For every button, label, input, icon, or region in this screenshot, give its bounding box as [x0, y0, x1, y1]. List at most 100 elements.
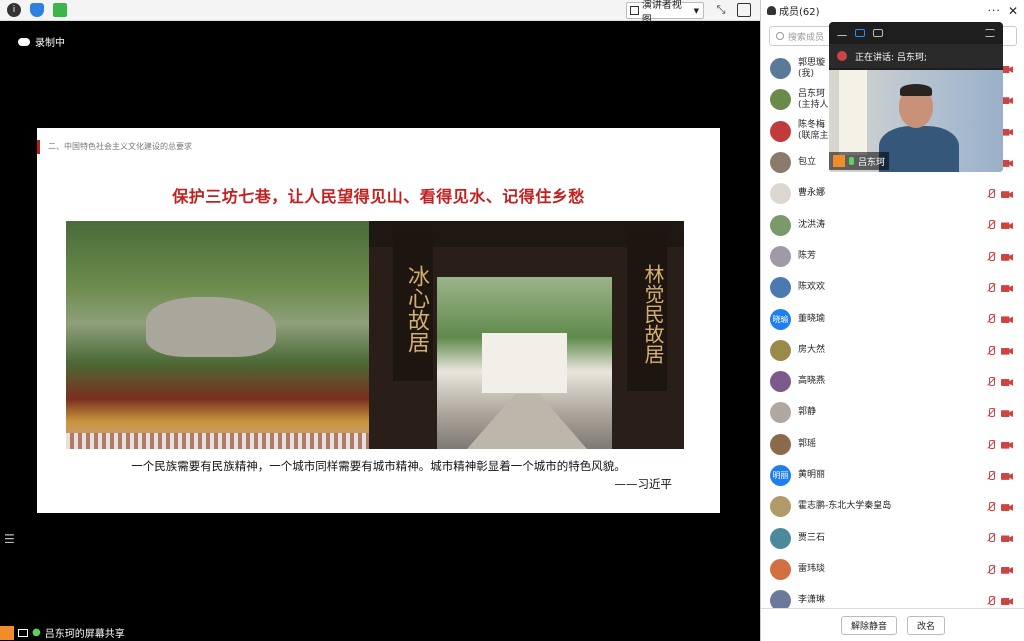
- camera-off-icon[interactable]: [1001, 253, 1013, 261]
- camera-off-icon[interactable]: [1001, 316, 1013, 324]
- view-mode-select[interactable]: 演讲者视图 ▼: [626, 0, 704, 26]
- member-row[interactable]: 陈欢欢: [761, 272, 1024, 303]
- mic-muted-icon[interactable]: [987, 283, 995, 293]
- members-panel-footer: 解除静音 改名: [761, 608, 1024, 641]
- member-avatar: [770, 339, 791, 361]
- member-avatar: [770, 58, 791, 80]
- menu-icon[interactable]: [985, 29, 995, 37]
- sidebar-toggle-icon[interactable]: [737, 3, 751, 17]
- mic-muted-icon[interactable]: [987, 251, 995, 262]
- member-row[interactable]: 贾三石: [761, 522, 1024, 553]
- mic-muted-icon[interactable]: [987, 502, 995, 512]
- member-name: 陈欢欢: [798, 282, 826, 293]
- speaker-video-window[interactable]: 正在讲话: 吕东珂; 吕东珂: [829, 22, 1003, 172]
- camera-off-icon[interactable]: [1001, 598, 1013, 606]
- member-row[interactable]: 郭瑶: [761, 429, 1024, 460]
- mic-muted-icon[interactable]: [987, 533, 995, 543]
- camera-off-icon[interactable]: [1001, 347, 1013, 355]
- member-name: 董晓瑜: [798, 313, 826, 324]
- residence-gate-photo: 冰心故居 林觉民故居: [369, 221, 684, 449]
- close-icon[interactable]: ✕: [1008, 4, 1018, 18]
- member-row[interactable]: 曹永娜: [761, 178, 1024, 209]
- mic-muted-icon[interactable]: [987, 345, 995, 356]
- presentation-slide: 二、中国特色社会主义文化建设的总要求 保护三坊七巷，让人民望得见山、看得见水、记…: [37, 128, 720, 513]
- unmute-button[interactable]: 解除静音: [840, 615, 897, 635]
- fence: [66, 433, 369, 449]
- rename-button[interactable]: 改名: [907, 615, 946, 635]
- signal-icon[interactable]: [53, 3, 67, 17]
- camera-off-icon[interactable]: [1001, 222, 1013, 230]
- gate-doorway: [437, 277, 612, 449]
- speaker-mini-avatar: [837, 51, 847, 61]
- member-avatar: 晓瑜: [770, 308, 791, 330]
- mic-muted-icon[interactable]: [987, 564, 995, 575]
- member-name: 陈芳: [798, 250, 817, 261]
- search-icon: [776, 32, 784, 40]
- speaker-view-icon[interactable]: [855, 29, 865, 37]
- camera-off-icon[interactable]: [1001, 566, 1013, 574]
- member-avatar: [770, 214, 791, 236]
- mic-muted-icon[interactable]: [987, 314, 995, 324]
- member-name-block: 郭静: [798, 407, 816, 418]
- member-avatar: 明丽: [770, 465, 791, 486]
- minimize-icon[interactable]: [837, 34, 847, 38]
- member-name: 黄明丽: [798, 470, 826, 480]
- member-avatar: [770, 152, 791, 174]
- camera-off-icon[interactable]: [1001, 535, 1013, 543]
- member-name-block: 陈芳: [798, 251, 816, 262]
- info-icon[interactable]: i: [7, 3, 21, 17]
- mic-muted-icon[interactable]: [987, 596, 995, 606]
- plaque-left: 冰心故居: [393, 231, 433, 381]
- member-name: 曹永娜: [798, 188, 826, 199]
- chevron-down-icon: ▼: [693, 6, 699, 15]
- member-row[interactable]: 房大然: [761, 335, 1024, 366]
- member-name: 郭思璇: [798, 57, 826, 68]
- member-avatar: [770, 120, 791, 142]
- member-name-block: 李潇琳: [798, 595, 825, 606]
- member-name-block: 吕东珂 (主持人): [798, 89, 832, 111]
- mic-muted-icon[interactable]: [987, 408, 995, 418]
- members-title: 成员(62): [779, 7, 820, 18]
- mic-muted-icon[interactable]: [987, 439, 995, 450]
- mic-muted-icon[interactable]: [987, 470, 995, 481]
- list-icon[interactable]: ☰: [4, 532, 15, 546]
- mic-muted-icon[interactable]: [987, 376, 995, 387]
- speaker-hair: [900, 84, 932, 96]
- garden-stone-photo: [66, 221, 369, 449]
- member-row[interactable]: 李潇琳: [761, 585, 1024, 608]
- slide-quote-author: ——习近平: [614, 477, 673, 491]
- member-avatar: [770, 496, 791, 518]
- mic-muted-icon[interactable]: [987, 189, 995, 199]
- camera-off-icon[interactable]: [1001, 472, 1013, 480]
- shield-icon[interactable]: [30, 3, 44, 17]
- exit-fullscreen-icon[interactable]: ⤡: [714, 3, 728, 17]
- member-name: 高晓燕: [798, 376, 826, 387]
- mic-muted-icon[interactable]: [987, 220, 995, 230]
- gallery-view-icon[interactable]: [873, 29, 883, 37]
- member-name: 霍志鹏-东北大学秦皇岛: [798, 501, 892, 512]
- member-name-block: 雷玮琰: [798, 564, 825, 575]
- camera-off-icon[interactable]: [1001, 410, 1013, 418]
- member-row[interactable]: 晓瑜 董晓瑜: [761, 303, 1024, 334]
- member-name-block: 房大然: [798, 345, 825, 356]
- member-row[interactable]: 陈芳: [761, 241, 1024, 272]
- member-row[interactable]: 高晓燕: [761, 366, 1024, 397]
- courtyard-wall: [482, 333, 567, 393]
- camera-off-icon[interactable]: [1001, 378, 1013, 386]
- camera-off-icon[interactable]: [1001, 441, 1013, 449]
- speaking-indicator: 正在讲话: 吕东珂;: [829, 44, 1003, 68]
- member-avatar: [770, 371, 791, 393]
- more-options-icon[interactable]: ···: [987, 4, 1001, 17]
- camera-off-icon[interactable]: [1001, 191, 1013, 199]
- view-layout-icon: [630, 6, 639, 15]
- member-row[interactable]: 霍志鹏-东北大学秦皇岛: [761, 491, 1024, 522]
- camera-off-icon[interactable]: [1001, 504, 1013, 512]
- camera-off-icon[interactable]: [1001, 285, 1013, 293]
- member-row[interactable]: 明丽 黄明丽: [761, 460, 1024, 491]
- member-row[interactable]: 沈洪涛: [761, 209, 1024, 240]
- member-row[interactable]: 雷玮琰: [761, 554, 1024, 585]
- member-row[interactable]: 郭静: [761, 397, 1024, 428]
- speaker-nametag: 吕东珂: [829, 152, 890, 170]
- member-avatar: [770, 89, 791, 111]
- member-name: 郭静: [798, 407, 817, 418]
